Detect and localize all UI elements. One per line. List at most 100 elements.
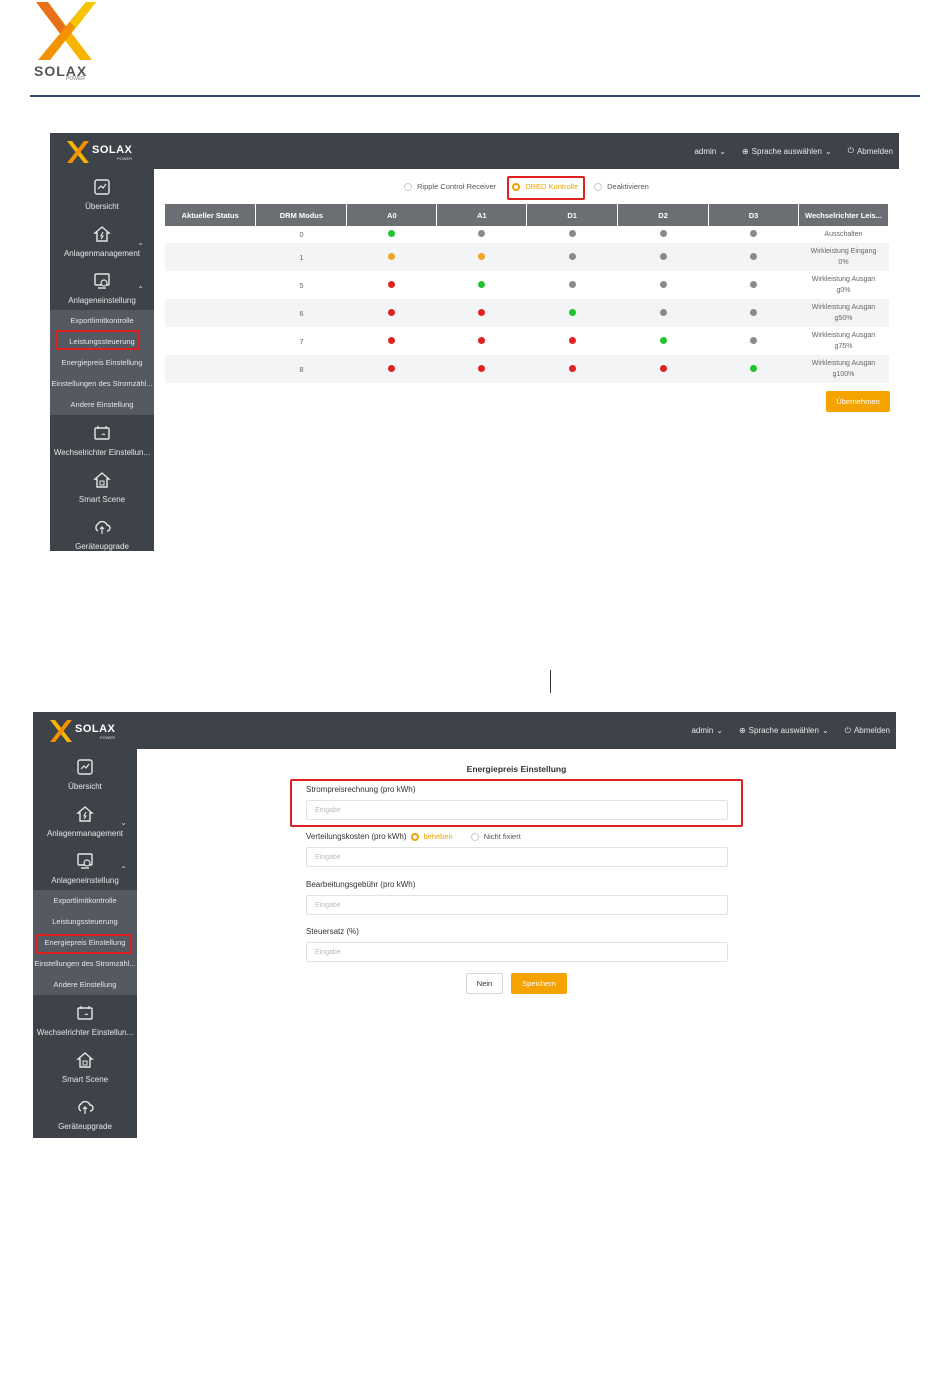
- language-menu[interactable]: ⊕ Sprache auswählen ⌄: [742, 147, 832, 156]
- cloud-upload-icon: [78, 1100, 94, 1114]
- radio-dred-control[interactable]: DRED Kontrolle: [512, 182, 578, 191]
- user-label: admin: [694, 146, 717, 156]
- apply-button[interactable]: Übernehmen: [826, 391, 890, 412]
- sidebar-label: Übersicht: [85, 202, 119, 211]
- app-logo[interactable]: SOLAX POWER: [49, 719, 129, 743]
- save-button[interactable]: Speichern: [511, 973, 567, 994]
- power-desc-line: 0%: [838, 259, 849, 266]
- status-led-red: [388, 364, 396, 372]
- sidebar-item-power-control[interactable]: Leistungssteuerung: [33, 911, 137, 932]
- status-led-red: [568, 336, 576, 344]
- processing-fee-input[interactable]: Eingabe: [306, 895, 728, 915]
- led-cell: [437, 327, 527, 355]
- column-header: A1: [436, 204, 528, 226]
- led-cell: [526, 355, 618, 383]
- sidebar-item-smart-scene[interactable]: Smart Scene: [33, 1042, 137, 1089]
- led-cell: [347, 271, 437, 299]
- sidebar-item-other-settings[interactable]: Andere Einstellung: [33, 974, 137, 995]
- status-led-gray: [750, 252, 758, 260]
- sidebar-item-energy-price[interactable]: Energiepreis Einstellung: [50, 352, 154, 373]
- chevron-down-icon: ⌄: [120, 818, 127, 827]
- distribution-cost-row: Verteilungskosten (pro kWh) beheben Nich…: [306, 832, 521, 841]
- sidebar-item-meter-settings[interactable]: Einstellungen des Stromzähl...: [33, 953, 137, 974]
- status-led-red: [388, 280, 396, 288]
- sidebar-item-power-control[interactable]: Leistungssteuerung: [50, 331, 154, 352]
- logout-button[interactable]: ⏻ Abmelden: [848, 146, 893, 156]
- status-led-gray: [478, 230, 486, 237]
- radio-label: beheben: [423, 832, 453, 841]
- led-cell: [436, 299, 527, 327]
- column-header: A0: [346, 204, 438, 226]
- sidebar-item-smart-scene[interactable]: Smart Scene: [50, 462, 154, 509]
- inverter-power-cell: Wirkleistung Eingang 0%: [798, 243, 889, 271]
- sidebar-item-other-settings[interactable]: Andere Einstellung: [50, 394, 154, 415]
- cancel-button[interactable]: Nein: [466, 973, 503, 994]
- led-cell: [527, 226, 618, 243]
- tax-rate-label: Steuersatz (%): [306, 927, 359, 936]
- tax-rate-input[interactable]: Eingabe: [306, 942, 728, 962]
- sidebar-item-overview[interactable]: Übersicht: [50, 169, 154, 216]
- radio-not-fixed[interactable]: Nicht fixiert: [470, 832, 521, 841]
- led-cell: [347, 327, 437, 355]
- led-cell: [617, 355, 709, 383]
- sidebar-label: Geräteupgrade: [75, 542, 129, 551]
- language-label: Sprache auswählen: [751, 146, 822, 156]
- radio-ripple-control[interactable]: Ripple Control Receiver: [404, 182, 496, 191]
- led-cell: [708, 355, 799, 383]
- sidebar-label: Geräteupgrade: [58, 1122, 112, 1131]
- solax-x-icon: [67, 141, 89, 163]
- sidebar-item-inverter-settings[interactable]: Wechselrichter Einstellun...: [33, 995, 137, 1042]
- monitor-gear-icon: [77, 853, 93, 869]
- led-cell: [346, 243, 437, 271]
- table-row: 8 Wirkleistung Ausgan g100%: [165, 355, 889, 383]
- sidebar-label: Anlageneinstellung: [68, 296, 136, 305]
- radio-deactivate[interactable]: Deaktivieren: [594, 182, 649, 191]
- led-cell: [436, 243, 527, 271]
- sidebar-item-plant-settings[interactable]: Anlageneinstellung ⌃: [50, 263, 154, 310]
- table-header-row: Aktueller Status DRM Modus A0 A1 D1 D2 D…: [165, 204, 890, 226]
- header-rule: [30, 95, 920, 97]
- radio-dot: [404, 182, 412, 191]
- status-led-green: [388, 230, 396, 237]
- status-led-gray: [750, 230, 758, 237]
- smart-home-icon: [76, 1052, 94, 1068]
- text-cursor: [550, 670, 551, 693]
- app-brand-sub: POWER: [117, 156, 133, 161]
- sidebar-item-device-upgrade[interactable]: Geräteupgrade: [33, 1089, 137, 1136]
- led-cell: [437, 226, 527, 243]
- sidebar-item-inverter-settings[interactable]: Wechselrichter Einstellun...: [50, 415, 154, 462]
- cloud-upload-icon: [95, 520, 111, 534]
- home-power-icon: [93, 226, 111, 242]
- electricity-price-input[interactable]: Eingabe: [306, 800, 728, 820]
- distribution-cost-input[interactable]: Eingabe: [306, 847, 728, 867]
- status-led-gray: [568, 252, 576, 260]
- sidebar-item-plant-management[interactable]: Anlagenmanagement ⌄: [33, 796, 137, 843]
- radio-dot: [470, 832, 479, 841]
- sidebar-item-energy-price[interactable]: Energiepreis Einstellung: [33, 932, 137, 953]
- sidebar-item-meter-settings[interactable]: Einstellungen des Stromzähl...: [50, 373, 154, 394]
- logout-button[interactable]: ⏻ Abmelden: [845, 726, 890, 736]
- globe-icon: ⊕: [741, 146, 749, 156]
- language-menu[interactable]: ⊕ Sprache auswählen ⌄: [739, 726, 829, 735]
- user-menu[interactable]: admin ⌄: [691, 726, 723, 735]
- column-header: D1: [526, 204, 619, 226]
- radio-dot: [594, 182, 603, 191]
- sidebar-item-plant-settings[interactable]: Anlageneinstellung ⌃: [33, 843, 137, 890]
- drm-table: Aktueller Status DRM Modus A0 A1 D1 D2 D…: [165, 204, 890, 383]
- sidebar-label: Anlagenmanagement: [46, 829, 124, 838]
- radio-label: Ripple Control Receiver: [417, 182, 497, 191]
- status-led-gray: [659, 308, 667, 316]
- status-led-gray: [750, 336, 758, 344]
- chevron-down-icon: ⌄: [716, 726, 723, 735]
- sidebar-item-plant-management[interactable]: Anlagenmanagement ⌄: [50, 216, 154, 263]
- power-desc-line: Wirkleistung Eingang: [810, 248, 877, 255]
- sidebar-item-export-limit[interactable]: Exportlimitkontrolle: [33, 890, 137, 911]
- sidebar-item-device-upgrade[interactable]: Geräteupgrade: [50, 509, 154, 551]
- radio-fixed[interactable]: beheben: [410, 832, 453, 841]
- app-logo[interactable]: SOLAX POWER: [66, 140, 146, 164]
- drm-mode-cell: 5: [299, 280, 304, 290]
- led-cell: [708, 299, 799, 327]
- sidebar-item-export-limit[interactable]: Exportlimitkontrolle: [50, 310, 154, 331]
- user-menu[interactable]: admin ⌄: [694, 147, 726, 156]
- led-cell: [617, 299, 709, 327]
